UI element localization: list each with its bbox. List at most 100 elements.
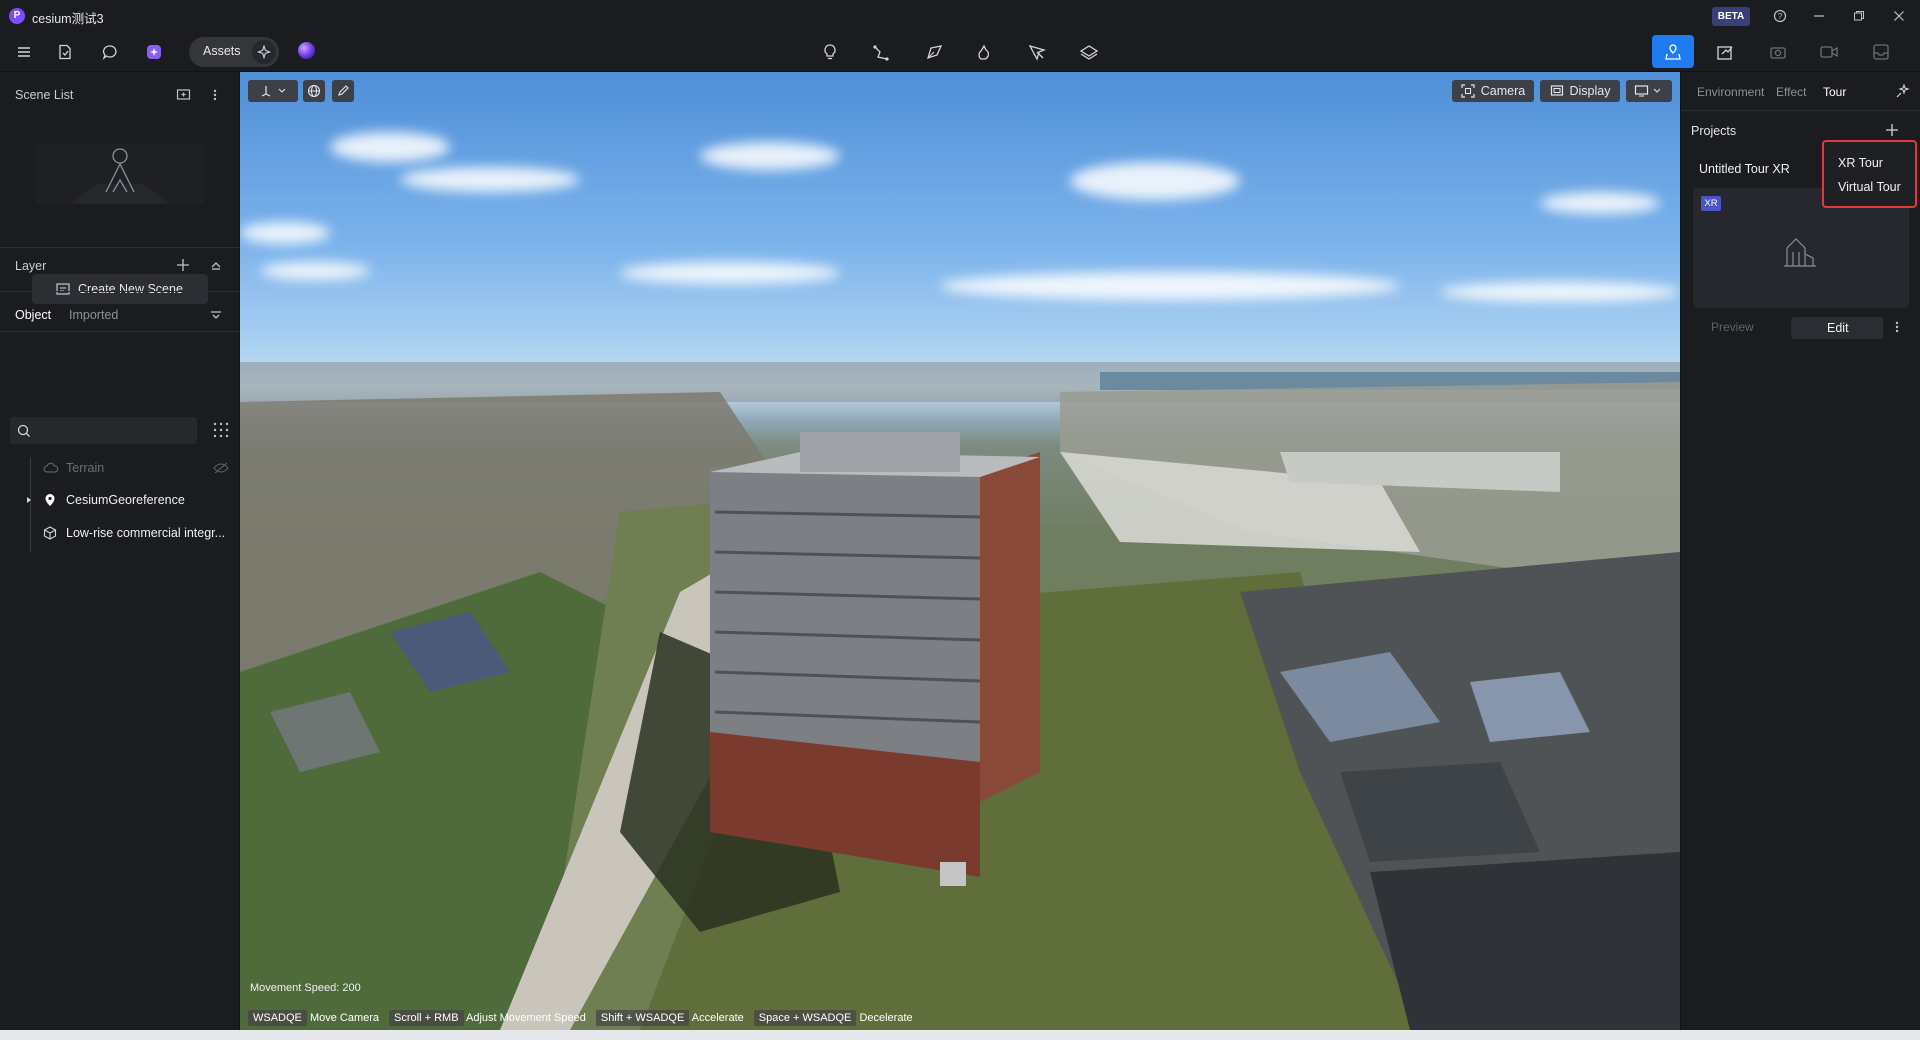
camera-button-label: Camera <box>1480 84 1526 98</box>
hint-action: Move Camera <box>309 1012 380 1024</box>
tree-item-model[interactable]: Low-rise commercial integr... <box>30 521 235 545</box>
hint-key: Shift + WSADQE <box>595 1010 690 1026</box>
measure-icon[interactable] <box>1023 38 1051 66</box>
app-logo: P <box>9 8 25 24</box>
tab-effect[interactable]: Effect <box>1776 85 1806 99</box>
3d-viewport[interactable]: Camera Display Movement Speed: 200 WSADQ… <box>240 72 1680 1030</box>
beta-badge: BETA <box>1712 7 1750 26</box>
title-bar: P cesium测试3 BETA ? <box>0 0 1920 32</box>
cloud-icon <box>43 462 59 473</box>
divider <box>1681 110 1920 111</box>
close-icon[interactable] <box>1889 6 1909 26</box>
grid-view-icon[interactable] <box>211 420 231 440</box>
divider <box>0 291 240 292</box>
add-project-icon[interactable] <box>1885 123 1899 137</box>
add-tour-dropdown: XR Tour Virtual Tour <box>1822 140 1917 208</box>
divider <box>0 247 240 248</box>
location-pin-icon <box>45 494 55 506</box>
filter-icon[interactable] <box>210 310 222 320</box>
chat-icon[interactable] <box>96 38 124 66</box>
help-icon[interactable]: ? <box>1770 6 1790 26</box>
pen-icon[interactable] <box>332 80 354 102</box>
search-input[interactable] <box>10 417 197 444</box>
magic-icon[interactable] <box>1896 84 1910 98</box>
projects-title: Projects <box>1691 124 1737 138</box>
expand-arrow-icon <box>27 497 31 503</box>
ai-plugin-icon[interactable] <box>140 38 168 66</box>
layers-icon[interactable] <box>1075 38 1103 66</box>
tree-item-terrain[interactable]: Terrain <box>30 456 235 480</box>
video-icon[interactable] <box>1815 38 1843 66</box>
scene-placeholder <box>36 144 204 204</box>
edit-button[interactable]: Edit <box>1791 317 1883 339</box>
hint-action: Decelerate <box>859 1012 913 1024</box>
tab-environment[interactable]: Environment <box>1697 85 1764 99</box>
tab-tour[interactable]: Tour <box>1823 85 1846 99</box>
tree-item-georeference[interactable]: CesiumGeoreference <box>24 488 235 512</box>
tree-item-label: Terrain <box>66 461 105 475</box>
path-icon[interactable] <box>971 38 999 66</box>
menu-item-xr-tour[interactable]: XR Tour <box>1838 156 1883 170</box>
display-icon <box>1550 85 1563 96</box>
hidden-eye-icon <box>213 462 229 474</box>
display-button[interactable]: Display <box>1540 80 1620 102</box>
preview-button[interactable]: Preview <box>1711 320 1754 334</box>
collapse-icon[interactable] <box>210 260 222 270</box>
ai-orb-icon[interactable] <box>298 42 315 59</box>
tab-imported[interactable]: Imported <box>69 308 118 322</box>
minimize-icon[interactable] <box>1809 6 1829 26</box>
hint: Shift + WSADQE Accelerate <box>595 1010 744 1026</box>
file-icon[interactable] <box>51 38 79 66</box>
screen-dropdown[interactable] <box>1626 80 1672 102</box>
scene-icon <box>56 283 70 295</box>
screen-icon <box>1634 85 1661 97</box>
share-icon[interactable] <box>1711 38 1739 66</box>
divider <box>0 331 240 332</box>
hint-key: WSADQE <box>248 1010 307 1026</box>
hint-action: Accelerate <box>691 1012 744 1024</box>
tab-object[interactable]: Object <box>15 308 51 322</box>
hint-key: Space + WSADQE <box>753 1010 857 1026</box>
transform-icon <box>261 86 286 97</box>
window-title: cesium测试3 <box>32 12 104 26</box>
menu-icon[interactable] <box>10 38 38 66</box>
tour-mode-button[interactable] <box>1652 35 1694 68</box>
hint-key: Scroll + RMB <box>389 1010 464 1026</box>
edit-label: Edit <box>1827 321 1849 335</box>
hint: Space + WSADQE Decelerate <box>753 1010 913 1026</box>
project-name[interactable]: Untitled Tour XR <box>1699 162 1790 176</box>
tree-item-label: CesiumGeoreference <box>66 493 185 507</box>
project-more-icon[interactable] <box>1895 320 1899 334</box>
scene-more-icon[interactable] <box>213 88 217 102</box>
menu-item-virtual-tour[interactable]: Virtual Tour <box>1838 180 1901 194</box>
left-panel: Scene List Create New Scene Layer Object… <box>0 72 240 1040</box>
restore-icon[interactable] <box>1849 6 1869 26</box>
camera-icon[interactable] <box>1764 38 1792 66</box>
right-panel: Environment Effect Tour Projects Untitle… <box>1680 72 1920 1040</box>
focus-icon <box>1461 84 1475 98</box>
gizmo-dropdown[interactable] <box>248 80 298 102</box>
inbox-icon[interactable] <box>1867 38 1895 66</box>
hint: Scroll + RMB Adjust Movement Speed <box>389 1010 586 1026</box>
city-scene <box>240 362 1680 1030</box>
assets-label: Assets <box>203 44 241 58</box>
hint-action: Adjust Movement Speed <box>466 1012 586 1024</box>
polygon-icon[interactable] <box>920 38 948 66</box>
search-icon <box>17 424 30 437</box>
camera-button[interactable]: Camera <box>1452 80 1534 102</box>
polyline-icon[interactable] <box>867 38 895 66</box>
create-new-scene-button[interactable]: Create New Scene <box>32 274 208 304</box>
shortcut-hints: WSADQE Move Camera Scroll + RMB Adjust M… <box>248 1010 913 1026</box>
scene-empty-icon <box>70 148 170 204</box>
xr-badge: XR <box>1701 196 1721 211</box>
status-bar <box>0 1030 1920 1040</box>
tour-icon <box>1665 43 1681 60</box>
movement-speed: Movement Speed: 200 <box>250 982 361 994</box>
layer-add-icon[interactable] <box>176 258 190 272</box>
building-placeholder-icon <box>1783 234 1817 268</box>
globe-icon[interactable] <box>303 80 325 102</box>
sparkle-icon[interactable] <box>252 40 276 64</box>
tree-item-label: Low-rise commercial integr... <box>66 526 226 540</box>
scene-add-icon[interactable] <box>176 88 192 102</box>
lightbulb-icon[interactable] <box>816 38 844 66</box>
